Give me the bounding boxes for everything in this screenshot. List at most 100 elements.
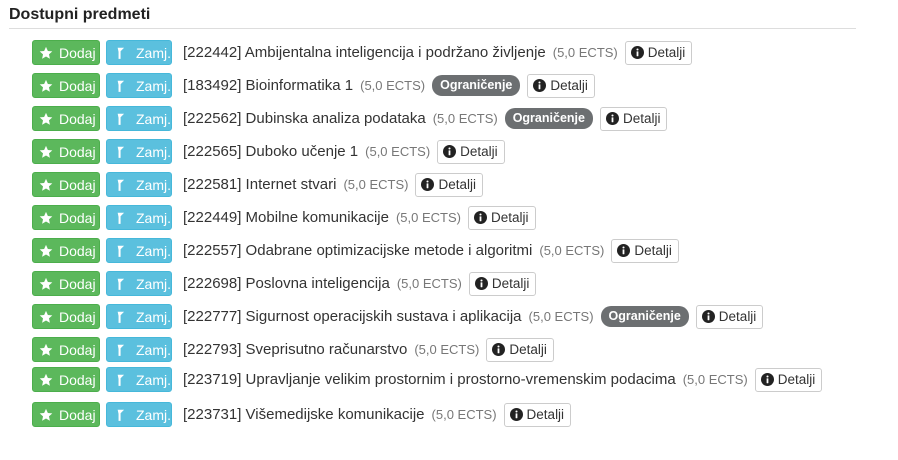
swap-button[interactable]: Zamj. [106, 73, 172, 98]
course-row: Dodaj Zamj. [222565] Duboko učenje 1 (5,0 E… [32, 135, 882, 168]
star-icon [39, 112, 53, 126]
info-circle-icon [492, 343, 506, 356]
details-button-label: Detalji [550, 78, 588, 93]
details-button[interactable]: Detalji [503, 402, 572, 427]
swap-button-label: Zamj. [136, 77, 171, 94]
add-button[interactable]: Dodaj [32, 367, 100, 392]
info-circle-icon [760, 373, 774, 386]
course-name: [222565] Duboko učenje 1 [183, 143, 359, 160]
details-button-label: Detalji [460, 144, 498, 159]
add-button[interactable]: Dodaj [32, 40, 100, 65]
course-row: Dodaj Zamj. [222449] Mobilne komunikacije (… [32, 201, 882, 234]
add-button[interactable]: Dodaj [32, 172, 100, 197]
swap-button-label: Zamj. [136, 341, 171, 358]
swap-button-label: Zamj. [136, 406, 171, 423]
flag-icon [113, 112, 127, 126]
add-button[interactable]: Dodaj [32, 139, 100, 164]
details-button[interactable]: Detalji [754, 367, 823, 392]
details-button-label: Detalji [438, 177, 476, 192]
details-button[interactable]: Detalji [486, 337, 554, 362]
swap-button[interactable]: Zamj. [106, 139, 172, 164]
add-button[interactable]: Dodaj [32, 271, 100, 296]
details-button[interactable]: Detalji [599, 106, 668, 131]
course-ects: (5,0 ECTS) [343, 177, 409, 192]
course-name: [222449] Mobilne komunikacije [183, 209, 389, 226]
add-button-label: Dodaj [59, 341, 96, 358]
add-button[interactable]: Dodaj [32, 238, 100, 263]
add-button-label: Dodaj [59, 242, 96, 259]
star-icon [39, 145, 53, 159]
add-button[interactable]: Dodaj [32, 73, 100, 98]
star-icon [39, 244, 53, 258]
swap-button-label: Zamj. [136, 209, 171, 226]
add-button[interactable]: Dodaj [32, 205, 100, 230]
section-divider [9, 28, 856, 29]
add-button[interactable]: Dodaj [32, 402, 100, 427]
restriction-badge: Ograničenje [432, 75, 521, 96]
course-ects: (5,0 ECTS) [432, 111, 498, 126]
section-title: Dostupni predmeti [9, 6, 151, 23]
details-button[interactable]: Detalji [437, 139, 505, 164]
swap-button[interactable]: Zamj. [106, 337, 172, 362]
details-button[interactable]: Detalji [527, 73, 595, 98]
course-name: [222581] Internet stvari [183, 176, 337, 193]
course-name: [222442] Ambijentalna inteligencija i po… [183, 44, 546, 61]
swap-button[interactable]: Zamj. [106, 271, 172, 296]
swap-button[interactable]: Zamj. [106, 402, 172, 427]
course-row: Dodaj Zamj. [183492] Bioinformatika 1 (5,0 … [32, 69, 882, 102]
add-button[interactable]: Dodaj [32, 304, 100, 329]
swap-button-label: Zamj. [136, 44, 171, 61]
star-icon [39, 373, 53, 387]
swap-button[interactable]: Zamj. [106, 205, 172, 230]
restriction-badge: Ograničenje [504, 108, 593, 129]
star-icon [39, 343, 53, 357]
course-row: Dodaj Zamj. [222581] Internet stvari (5,0 E… [32, 168, 882, 201]
details-button-label: Detalji [777, 372, 816, 387]
course-ects: (5,0 ECTS) [552, 45, 618, 60]
details-button[interactable]: Detalji [468, 271, 537, 296]
swap-button[interactable]: Zamj. [106, 304, 172, 329]
swap-button[interactable]: Zamj. [106, 238, 172, 263]
swap-button[interactable]: Zamj. [106, 172, 172, 197]
details-button-label: Detalji [491, 276, 530, 291]
swap-button[interactable]: Zamj. [106, 106, 172, 131]
add-button-label: Dodaj [59, 371, 96, 388]
info-circle-icon [630, 46, 644, 59]
flag-icon [113, 178, 127, 192]
course-ects: (5,0 ECTS) [414, 342, 480, 357]
info-circle-icon [617, 244, 631, 257]
course-row: Dodaj Zamj. [223719] Upravljanje velikim p… [32, 366, 882, 398]
add-button-label: Dodaj [59, 77, 96, 94]
star-icon [39, 211, 53, 225]
details-button-label: Detalji [526, 407, 565, 422]
swap-button[interactable]: Zamj. [106, 40, 172, 65]
course-ects: (5,0 ECTS) [539, 243, 605, 258]
swap-button-label: Zamj. [136, 308, 171, 325]
course-ects: (5,0 ECTS) [431, 407, 497, 422]
course-name: [222777] Sigurnost operacijskih sustava … [183, 308, 522, 325]
course-name: [222698] Poslovna inteligencija [183, 275, 390, 292]
flag-icon [113, 211, 127, 225]
details-button-label: Detalji [718, 309, 757, 324]
info-circle-icon [533, 79, 547, 92]
star-icon [39, 277, 53, 291]
flag-icon [113, 79, 127, 93]
course-ects: (5,0 ECTS) [395, 210, 461, 225]
details-button-label: Detalji [634, 243, 672, 258]
details-button[interactable]: Detalji [695, 304, 764, 329]
details-button[interactable]: Detalji [611, 238, 679, 263]
flag-icon [113, 408, 127, 422]
add-button[interactable]: Dodaj [32, 106, 100, 131]
details-button[interactable]: Detalji [415, 172, 483, 197]
swap-button-label: Zamj. [136, 143, 171, 160]
details-button[interactable]: Detalji [467, 205, 536, 230]
course-ects: (5,0 ECTS) [360, 78, 426, 93]
course-row: Dodaj Zamj. [222777] Sigurnost operacijski… [32, 300, 882, 333]
flag-icon [113, 244, 127, 258]
course-name: [223731] Višemedijske komunikacije [183, 406, 425, 423]
details-button[interactable]: Detalji [624, 40, 693, 65]
flag-icon [113, 46, 127, 60]
add-button[interactable]: Dodaj [32, 337, 100, 362]
star-icon [39, 310, 53, 324]
swap-button[interactable]: Zamj. [106, 367, 172, 392]
